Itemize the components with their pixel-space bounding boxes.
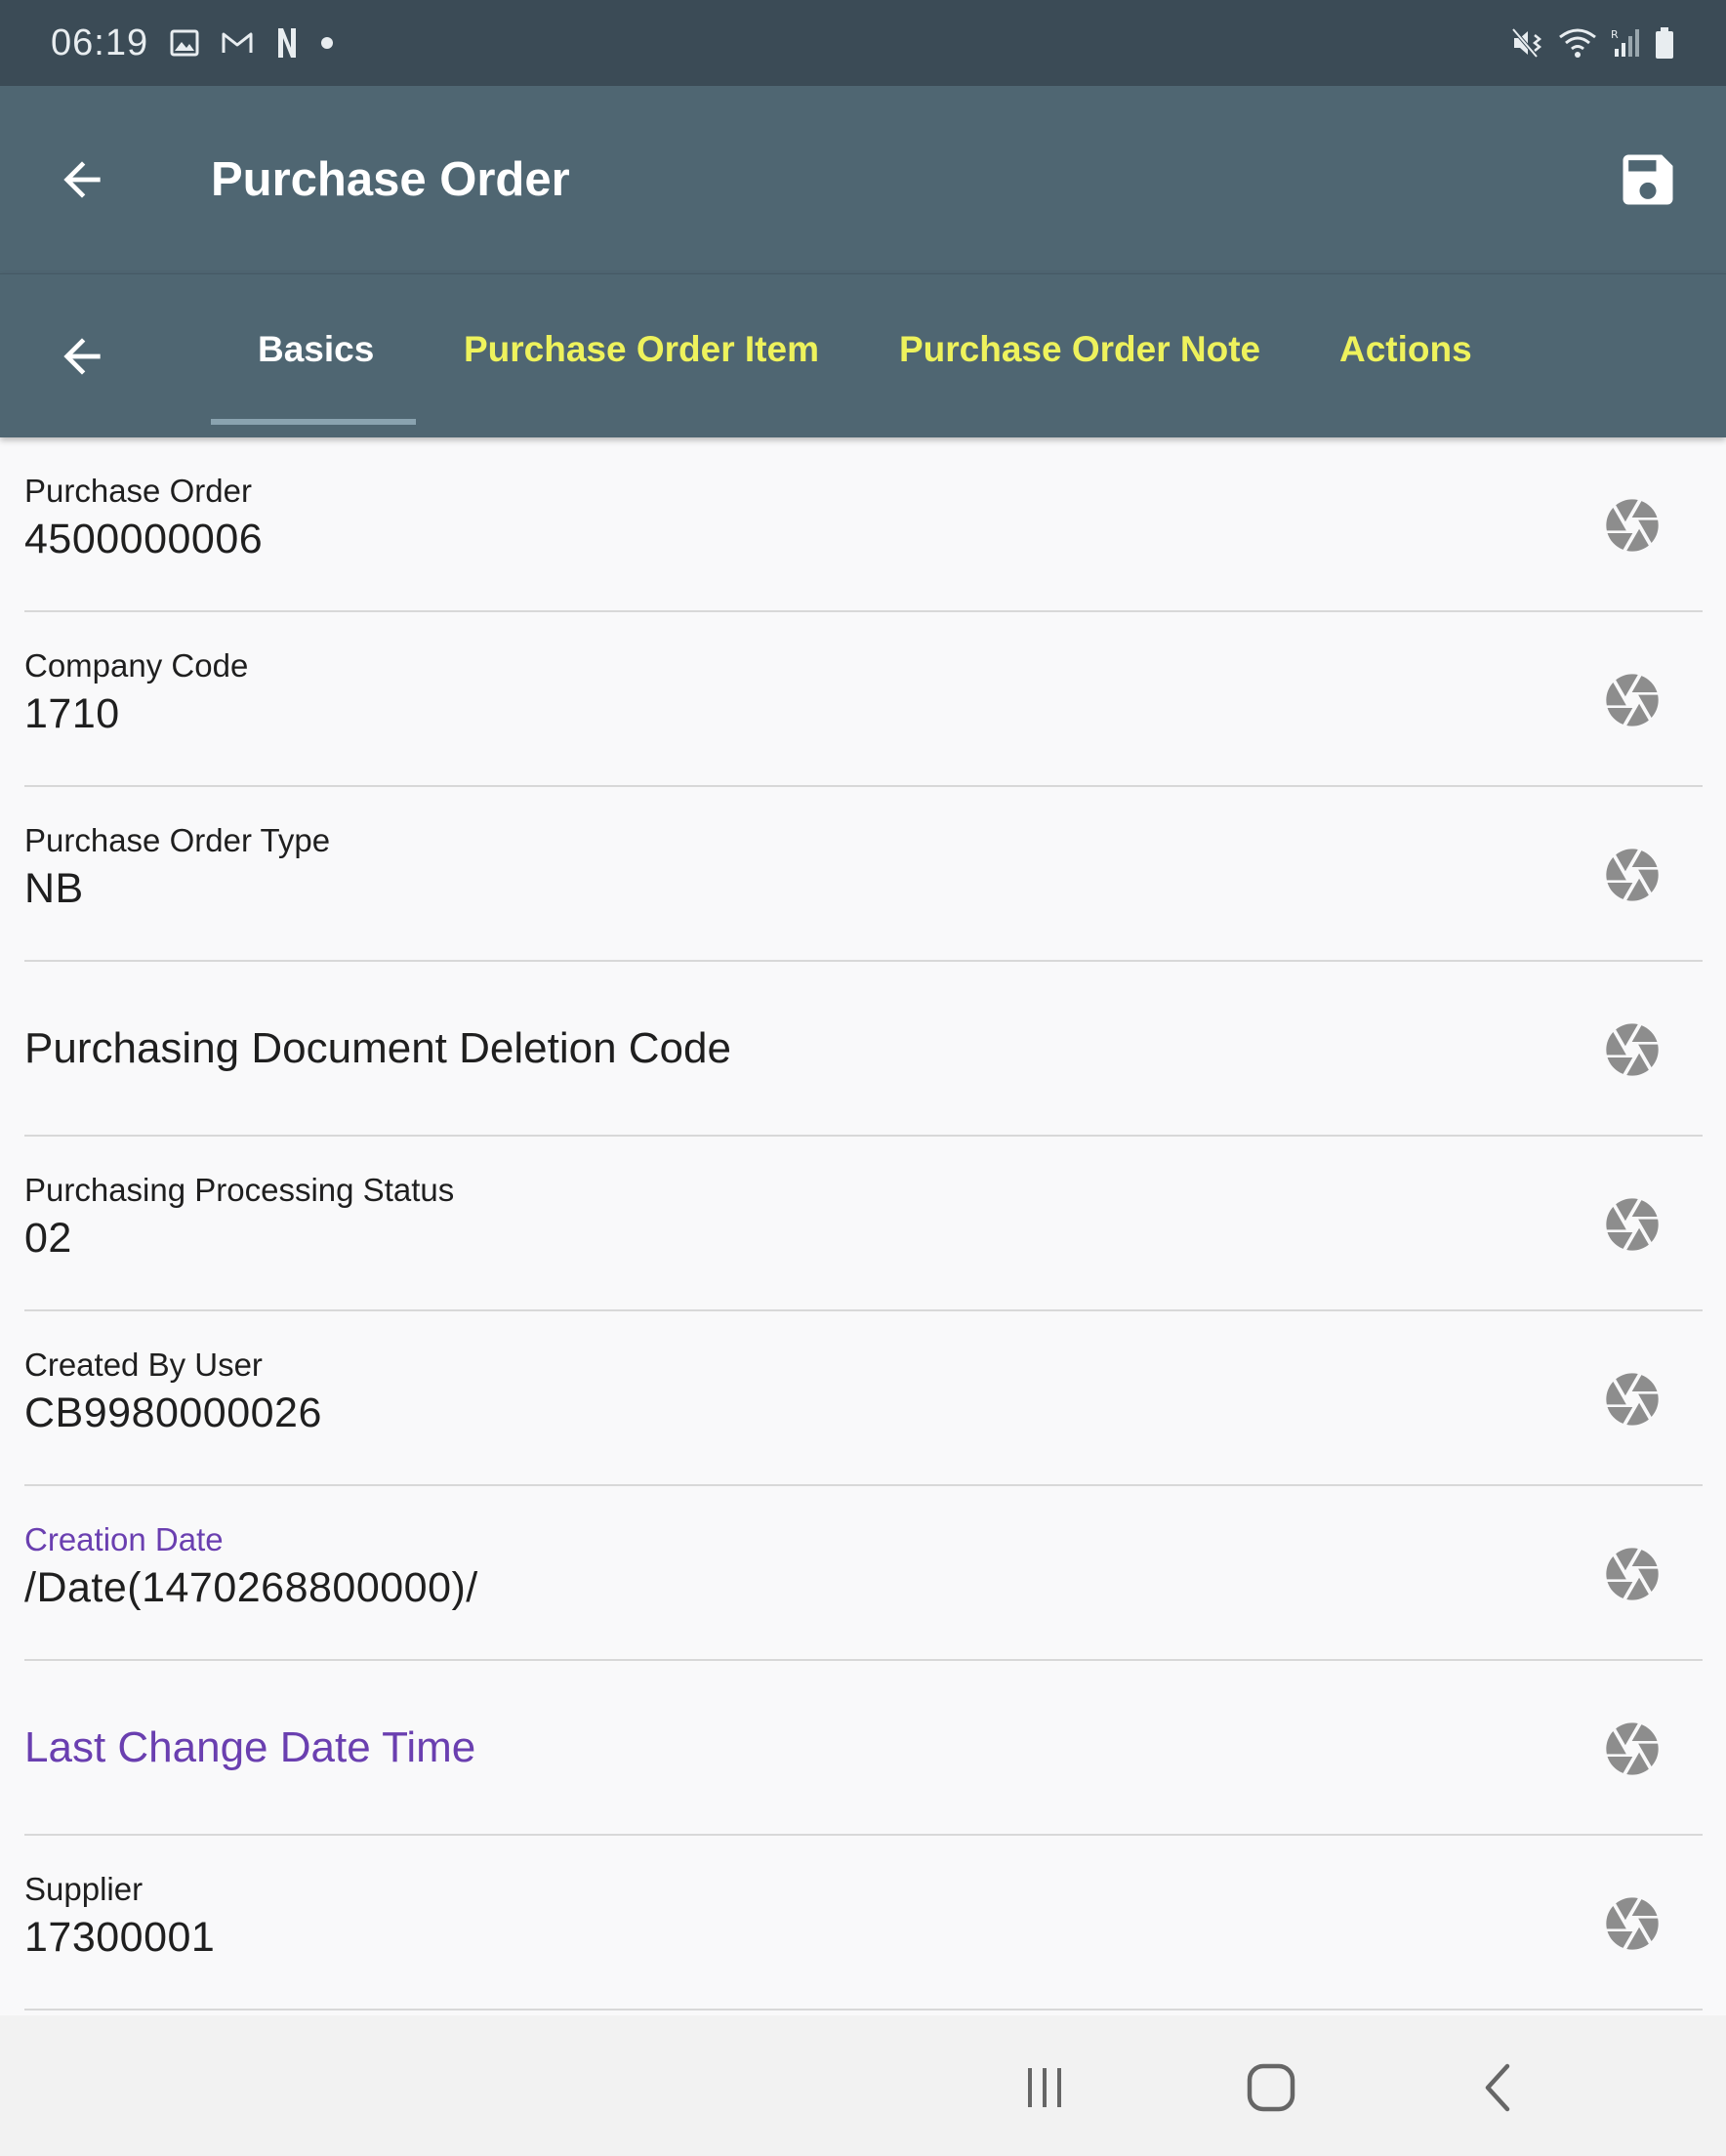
aperture-icon[interactable] (1601, 1543, 1664, 1605)
aperture-icon[interactable] (1601, 1892, 1664, 1955)
arrow-back-icon (63, 338, 101, 375)
active-tab-indicator (211, 419, 416, 425)
field-label: Last Change Date Time (24, 1723, 476, 1771)
arrow-back-icon (63, 161, 101, 198)
aperture-icon[interactable] (1601, 1018, 1664, 1081)
aperture-icon[interactable] (1601, 494, 1664, 557)
gmail-icon (221, 30, 254, 56)
field-label: Company Code (24, 647, 249, 684)
field-value: 1710 (24, 690, 120, 737)
field-label: Purchasing Processing Status (24, 1172, 455, 1208)
field-purchase-order[interactable]: Purchase Order 4500000006 (0, 437, 1726, 612)
back-icon (1485, 2063, 1510, 2112)
signal-icon: R (1611, 27, 1640, 59)
back-button[interactable] (51, 148, 113, 211)
n-app-icon (275, 26, 299, 60)
aperture-icon[interactable] (1601, 844, 1664, 906)
field-label: Purchasing Document Deletion Code (24, 1024, 731, 1072)
battery-icon (1654, 26, 1675, 60)
wifi-icon (1558, 27, 1597, 59)
system-navigation-bar (0, 2015, 1726, 2156)
field-company-code[interactable]: Company Code 1710 (0, 612, 1726, 787)
aperture-icon[interactable] (1601, 1368, 1664, 1430)
field-value: 02 (24, 1215, 72, 1262)
field-creation-date[interactable]: Creation Date /Date(1470268800000)/ (0, 1486, 1726, 1661)
field-label: Created By User (24, 1347, 263, 1383)
system-icons: R (1511, 26, 1675, 60)
field-label: Purchase Order Type (24, 822, 331, 858)
dot-icon (320, 36, 334, 50)
aperture-icon[interactable] (1601, 669, 1664, 731)
page-title: Purchase Order (211, 153, 570, 206)
recent-apps-icon (1028, 2068, 1061, 2107)
image-icon (170, 29, 199, 57)
aperture-icon[interactable] (1601, 1193, 1664, 1256)
status-time: 06:19 (51, 21, 149, 63)
field-label: Supplier (24, 1871, 144, 1907)
field-label: Creation Date (24, 1521, 224, 1557)
save-button[interactable] (1613, 145, 1683, 215)
svg-text:R: R (1611, 28, 1619, 41)
tab-scroll-back-button[interactable] (51, 325, 113, 388)
nav-back-button[interactable] (1464, 2052, 1535, 2123)
field-value: 17300001 (24, 1914, 216, 1961)
recent-apps-button[interactable] (1009, 2052, 1080, 2123)
row-divider (24, 2009, 1703, 2011)
notification-icons (170, 26, 334, 60)
field-label: Purchase Order (24, 473, 252, 509)
field-purchase-order-type[interactable]: Purchase Order Type NB (0, 787, 1726, 962)
field-value: CB9980000026 (24, 1389, 322, 1436)
tab-basics[interactable]: Basics (258, 329, 374, 370)
field-value: 4500000006 (24, 516, 264, 562)
status-bar: 06:19 R (0, 0, 1726, 86)
mute-vibrate-icon (1511, 27, 1544, 59)
purchase-order-screen: 06:19 R Purchase Order Basics Purchase O… (0, 0, 1726, 2156)
app-bar: Purchase Order (0, 86, 1726, 273)
field-list: Purchase Order 4500000006 Company Code 1… (0, 437, 1726, 2011)
tab-bar: Basics Purchase Order Item Purchase Orde… (0, 273, 1726, 437)
save-icon (1623, 154, 1673, 205)
home-icon (1247, 2063, 1295, 2112)
tab-purchase-order-item[interactable]: Purchase Order Item (464, 329, 819, 370)
field-purchasing-document-deletion-code[interactable]: Purchasing Document Deletion Code (0, 962, 1726, 1137)
field-created-by-user[interactable]: Created By User CB9980000026 (0, 1311, 1726, 1486)
field-value: NB (24, 865, 84, 912)
home-button[interactable] (1236, 2052, 1306, 2123)
tab-actions[interactable]: Actions (1339, 329, 1472, 370)
field-supplier[interactable]: Supplier 17300001 (0, 1836, 1726, 2011)
aperture-icon[interactable] (1601, 1718, 1664, 1780)
tab-purchase-order-note[interactable]: Purchase Order Note (899, 329, 1260, 370)
field-purchasing-processing-status[interactable]: Purchasing Processing Status 02 (0, 1137, 1726, 1311)
field-last-change-date-time[interactable]: Last Change Date Time (0, 1661, 1726, 1836)
field-value: /Date(1470268800000)/ (24, 1564, 478, 1611)
